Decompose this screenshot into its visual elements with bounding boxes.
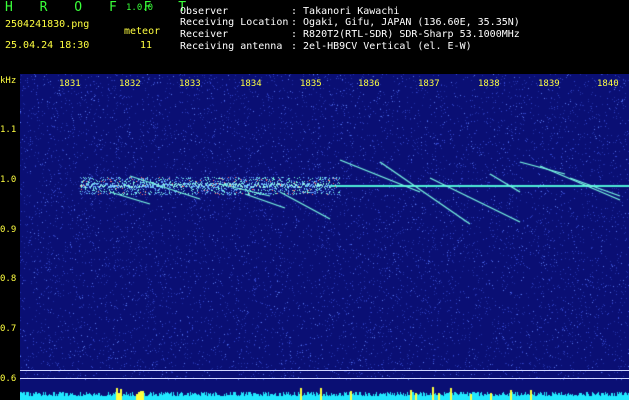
x-tick-1838: 1838 — [478, 79, 500, 89]
datetime-label: 25.04.24 18:30 — [5, 40, 90, 51]
x-tick-1836: 1836 — [358, 79, 380, 89]
x-tick-1837: 1837 — [418, 79, 440, 89]
y-tick-1.0: 1.0 — [0, 175, 17, 185]
x-tick-1835: 1835 — [300, 79, 322, 89]
receiver-value: : R820T2(RTL-SDR) SDR-Sharp 53.1000MHz — [291, 29, 520, 40]
x-tick-1840: 1840 — [597, 79, 619, 89]
x-tick-1839: 1839 — [538, 79, 560, 89]
x-tick-1834: 1834 — [240, 79, 262, 89]
y-tick-0.6: 0.6 — [0, 374, 17, 384]
y-axis — [0, 74, 20, 400]
receiver-label: Receiver — [180, 29, 229, 40]
header-panel: H R O F F T 1.0.0 2504241830.png 25.04.2… — [0, 0, 629, 74]
y-unit-label: kHz — [0, 76, 17, 86]
y-tick-0.8: 0.8 — [0, 274, 17, 284]
reference-line-upper — [20, 370, 629, 371]
antenna-label: Receiving antenna — [180, 41, 283, 52]
y-tick-0.7: 0.7 — [0, 324, 17, 334]
x-tick-1831: 1831 — [59, 79, 81, 89]
reference-line-lower — [20, 378, 629, 379]
location-value: : Ogaki, Gifu, JAPAN (136.60E, 35.35N) — [291, 17, 520, 28]
antenna-value: : 2el-HB9CV Vertical (el. E-W) — [291, 41, 472, 52]
y-tick-1.1: 1.1 — [0, 125, 17, 135]
meteor-count: 11 — [140, 40, 153, 51]
y-tick-0.9: 0.9 — [0, 225, 17, 235]
spectrogram — [20, 74, 629, 400]
meteor-label: meteor — [124, 26, 161, 37]
brand-title: H R O F F T — [5, 0, 196, 15]
x-tick-1833: 1833 — [179, 79, 201, 89]
location-label: Receiving Location — [180, 17, 289, 28]
version-label: 1.0.0 — [126, 3, 154, 13]
filename-label: 2504241830.png — [5, 19, 90, 30]
x-tick-1832: 1832 — [119, 79, 141, 89]
